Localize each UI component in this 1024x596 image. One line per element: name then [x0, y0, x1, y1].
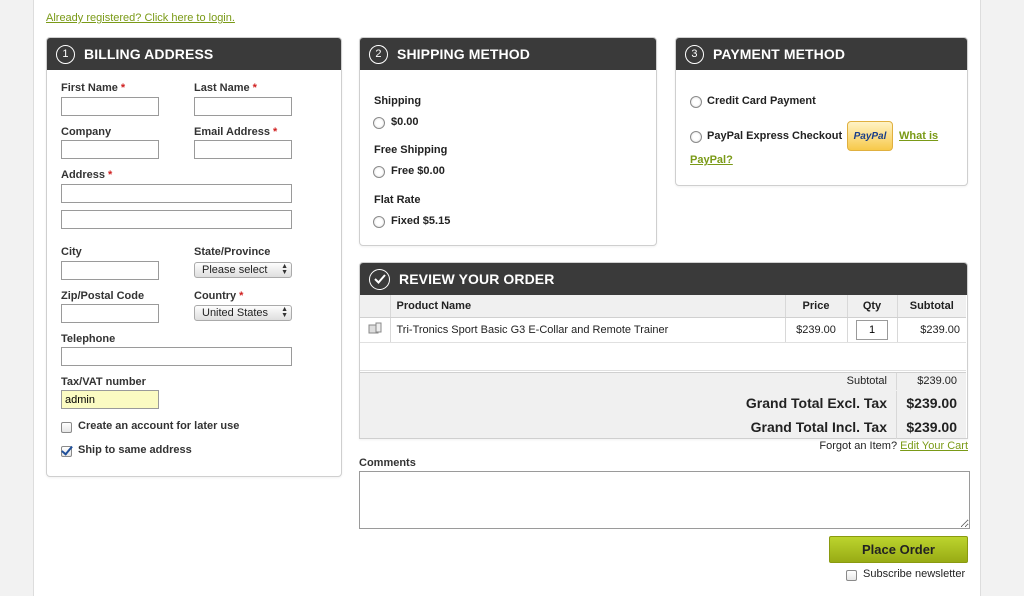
tax-vat-label: Tax/VAT number [61, 376, 146, 388]
grand-total-incl-label: Grand Total Incl. Tax [750, 419, 887, 435]
checkmark-icon [369, 268, 390, 290]
subtotal-cell: $239.00 [896, 317, 966, 343]
forgot-item: Forgot an Item? Edit Your Cart [819, 440, 968, 452]
payment-title: PAYMENT METHOD [713, 46, 846, 62]
create-account-checkbox[interactable] [61, 422, 72, 433]
order-table: Product Name Price Qty Subtotal Tri-Tron… [360, 295, 966, 371]
subscribe-newsletter-checkbox[interactable] [846, 570, 857, 581]
first-name-field[interactable] [61, 97, 159, 116]
email-field[interactable] [194, 140, 292, 159]
last-name-label: Last Name * [194, 82, 257, 94]
image-column-header [360, 295, 390, 318]
address-line1-field[interactable] [61, 184, 292, 203]
price-cell: $239.00 [784, 317, 847, 343]
free-shipping-group-label: Free Shipping [374, 144, 448, 156]
subscribe-newsletter-label: Subscribe newsletter [863, 568, 966, 580]
billing-title: BILLING ADDRESS [84, 46, 214, 62]
shipping-radio[interactable] [373, 117, 385, 129]
state-label: State/Province [194, 246, 271, 258]
flat-rate-radio[interactable] [373, 216, 385, 228]
ship-same-address-checkbox[interactable] [61, 446, 72, 457]
product-name-cell: Tri-Tronics Sport Basic G3 E-Collar and … [389, 317, 785, 343]
flat-rate-option-label: Fixed $5.15 [391, 215, 451, 227]
qty-header: Qty [846, 295, 897, 318]
grand-total-excl-label: Grand Total Excl. Tax [745, 395, 887, 411]
free-shipping-radio[interactable] [373, 166, 385, 178]
payment-method-panel: 3 PAYMENT METHOD Credit Card Payment Pay… [675, 37, 968, 186]
qty-cell [846, 317, 897, 343]
step-number-icon: 3 [685, 44, 704, 64]
subtotal-label: Subtotal [846, 375, 887, 387]
shipping-group-label: Shipping [374, 95, 422, 107]
country-select-value: United States [202, 307, 269, 319]
company-field[interactable] [61, 140, 159, 159]
shipping-method-panel: 2 SHIPPING METHOD Shipping $0.00 Free Sh… [359, 37, 657, 246]
shipping-panel-header: 2 SHIPPING METHOD [360, 38, 656, 70]
billing-panel-header: 1 BILLING ADDRESS [47, 38, 341, 70]
state-select-value: Please select [202, 264, 268, 276]
subtotal-value: $239.00 [896, 373, 966, 390]
country-label: Country * [194, 290, 244, 302]
step-number-icon: 2 [369, 44, 388, 64]
review-order-panel: REVIEW YOUR ORDER Product Name Price Qty… [359, 262, 968, 439]
credit-card-radio[interactable] [690, 96, 702, 108]
flat-rate-group-label: Flat Rate [374, 194, 421, 206]
grand-total-excl-row: Grand Total Excl. Tax $239.00 [746, 391, 966, 415]
free-shipping-option-label: Free $0.00 [391, 165, 445, 177]
price-header: Price [784, 295, 847, 318]
zip-label: Zip/Postal Code [61, 290, 145, 302]
paypal-logo[interactable]: PayPal [847, 121, 893, 151]
select-arrows-icon: ▲ ▼ [281, 263, 288, 276]
paypal-label: PayPal Express Checkout [707, 130, 843, 142]
login-link[interactable]: Already registered? Click here to login. [46, 12, 235, 24]
city-label: City [61, 246, 82, 258]
paypal-radio[interactable] [690, 131, 702, 143]
zip-field[interactable] [61, 304, 159, 323]
comments-textarea[interactable] [359, 471, 970, 529]
payment-panel-header: 3 PAYMENT METHOD [676, 38, 967, 70]
email-label: Email Address * [194, 126, 278, 138]
table-header-row: Product Name Price Qty Subtotal [360, 295, 966, 318]
edit-cart-link[interactable]: Edit Your Cart [900, 440, 968, 452]
product-thumbnail-icon [360, 317, 390, 343]
table-spacer-row [360, 342, 966, 371]
what-is-paypal-link-2[interactable]: PayPal? [690, 154, 733, 166]
ship-same-address-label: Ship to same address [78, 444, 192, 456]
company-label: Company [61, 126, 112, 138]
comments-label: Comments [359, 457, 416, 469]
credit-card-label: Credit Card Payment [707, 95, 816, 107]
billing-address-panel: 1 BILLING ADDRESS First Name * Last Name *… [46, 37, 342, 477]
telephone-field[interactable] [61, 347, 292, 366]
first-name-label: First Name * [61, 82, 126, 94]
create-account-label: Create an account for later use [78, 420, 240, 432]
select-arrows-icon: ▲ ▼ [281, 306, 288, 319]
step-number-icon: 1 [56, 44, 75, 64]
state-select[interactable]: Please select ▲ ▼ [194, 262, 292, 278]
grand-total-incl-row: Grand Total Incl. Tax $239.00 [751, 415, 966, 439]
place-order-button[interactable]: Place Order [829, 536, 968, 563]
forgot-item-text: Forgot an Item? [819, 440, 898, 452]
review-title: REVIEW YOUR ORDER [399, 271, 555, 287]
qty-input[interactable] [856, 319, 888, 340]
address-line2-field[interactable] [61, 210, 292, 229]
grand-total-incl-value: $239.00 [896, 415, 966, 439]
what-is-paypal-link[interactable]: What is [899, 130, 938, 142]
review-panel-header: REVIEW YOUR ORDER [360, 263, 967, 295]
telephone-label: Telephone [61, 333, 116, 345]
subtotal-header: Subtotal [896, 295, 966, 318]
subtotal-row: Subtotal $239.00 [847, 373, 966, 390]
country-select[interactable]: United States ▲ ▼ [194, 305, 292, 321]
table-row: Tri-Tronics Sport Basic G3 E-Collar and … [360, 317, 966, 343]
last-name-field[interactable] [194, 97, 292, 116]
grand-total-excl-value: $239.00 [896, 391, 966, 415]
shipping-title: SHIPPING METHOD [397, 46, 530, 62]
address-label: Address * [61, 169, 113, 181]
shipping-option-label: $0.00 [391, 116, 419, 128]
product-name-header: Product Name [389, 295, 785, 318]
city-field[interactable] [61, 261, 159, 280]
order-totals: Subtotal $239.00 Grand Total Excl. Tax $… [360, 372, 966, 439]
tax-vat-field[interactable] [61, 390, 159, 409]
